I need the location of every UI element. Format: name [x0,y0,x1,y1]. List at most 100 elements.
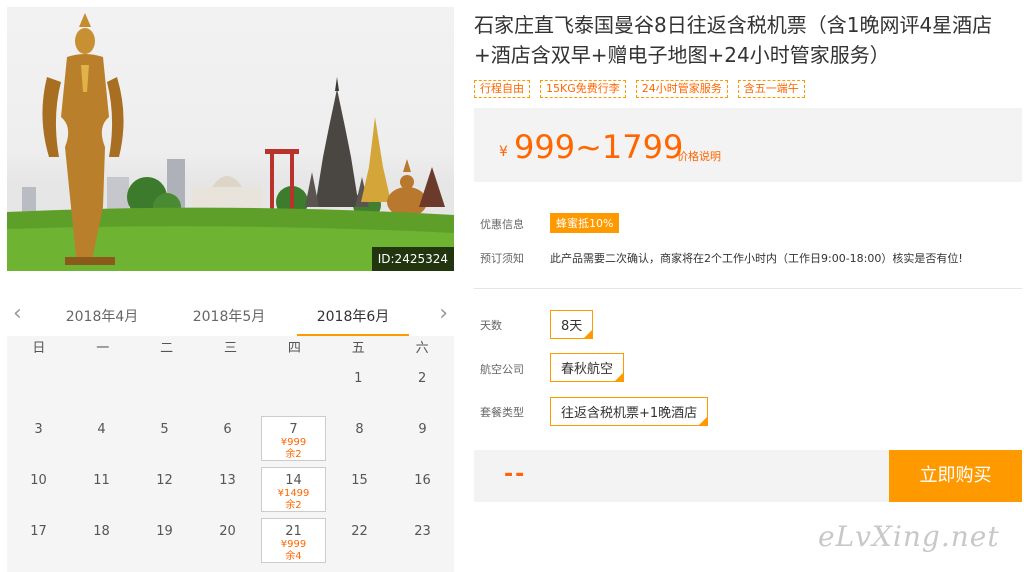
calendar-day: 23 [391,515,454,566]
calendar-day: 2 [390,362,454,413]
bangkok-scene-illustration [7,13,454,271]
calendar-day: 20 [196,515,259,566]
day-number: 10 [30,473,47,488]
weekday-label: 三 [224,341,238,356]
calendar-day: 4 [70,413,133,464]
calendar-day: 13 [196,464,259,515]
day-price: ¥999 [280,539,307,550]
weekday-label: 日 [32,341,46,356]
days-option-button[interactable]: 8天 [550,310,594,339]
calendar-day: 19 [133,515,196,566]
day-number: 7 [289,422,298,437]
day-number: 4 [97,422,106,437]
weekday-label: 四 [287,341,301,356]
weekday-label: 五 [351,341,365,356]
feature-tag: 15KG免费行李 [540,80,626,98]
next-month-chevron-icon[interactable]: › [439,303,448,325]
calendar-day: 6 [196,413,259,464]
feature-tag: 24小时管家服务 [635,80,728,98]
day-number: 22 [351,524,368,539]
day-number: 20 [219,524,236,539]
calendar-day: 8 [328,413,391,464]
seats-remaining: 余4 [285,551,302,562]
buy-bar: -- 立即购买 [474,450,1022,502]
calendar-day [71,362,135,413]
day-price: ¥1499 [277,488,310,499]
day-number: 9 [418,422,427,437]
airline-label: 航空公司 [480,363,524,376]
day-number: 23 [414,524,431,539]
price-box: ¥ 999~1799 价格说明 [474,108,1022,182]
calendar-day: 18 [70,515,133,566]
buy-now-button[interactable]: 立即购买 [889,450,1022,502]
weekday-label: 二 [160,341,174,356]
tab-month-april[interactable]: 2018年4月 [52,306,152,326]
seats-remaining: 余2 [285,449,302,460]
tab-month-june[interactable]: 2018年6月 [303,306,403,326]
calendar-day [262,362,326,413]
tab-month-may[interactable]: 2018年5月 [179,306,279,326]
calendar-month-tabs: ‹ 2018年4月 2018年5月 2018年6月 › [7,300,454,336]
watermark-logo: eLvXing.net [818,520,1000,553]
calendar-week-row: 17 18 19 20 21 ¥999 余4 22 23 [7,515,454,566]
day-number: 8 [355,422,364,437]
day-number: 5 [160,422,169,437]
day-number: 15 [351,473,368,488]
calendar-day-available[interactable]: 21 ¥999 余4 [261,518,326,563]
calendar-grid: 1 2 3 4 5 6 7 ¥999 余2 8 9 10 11 12 13 14 ¥1499 余2 15 16 17 18… [7,362,454,572]
calendar-day-available[interactable]: 7 ¥999 余2 [261,416,326,461]
calendar-day-available[interactable]: 14 ¥1499 余2 [261,467,326,512]
day-number: 6 [223,422,232,437]
weekday-label: 一 [96,341,110,356]
day-number: 17 [30,524,47,539]
day-number: 18 [93,524,110,539]
calendar-day: 11 [70,464,133,515]
calendar-day: 10 [7,464,70,515]
weekday-label: 六 [415,341,429,356]
price-range: 999~1799 [514,128,684,166]
total-price: -- [504,462,527,487]
seats-remaining: 余2 [285,500,302,511]
calendar-day: 22 [328,515,391,566]
image-id-tag: ID:2425324 [371,247,454,271]
calendar-day: 1 [326,362,390,413]
calendar-day: 16 [391,464,454,515]
booking-notice: 此产品需要二次确认，商家将在2个工作小时内（工作日9:00-18:00）核实是否… [550,252,963,265]
package-label: 套餐类型 [480,406,524,419]
currency-symbol: ¥ [499,144,508,160]
product-title: 石家庄直飞泰国曼谷8日往返含税机票（含1晚网评4星酒店+酒店含双早+赠电子地图+… [474,13,993,67]
calendar-day [199,362,263,413]
prev-month-chevron-icon[interactable]: ‹ [13,303,22,325]
calendar-day: 12 [133,464,196,515]
airline-option-button[interactable]: 春秋航空 [550,353,625,382]
package-option-button[interactable]: 往返含税机票+1晚酒店 [550,397,709,426]
feature-tag: 行程自由 [474,80,530,98]
calendar-day [135,362,199,413]
day-number: 3 [34,422,43,437]
feature-tags: 行程自由 15KG免费行李 24小时管家服务 含五一端午 [474,80,805,98]
calendar-day: 3 [7,413,70,464]
day-number: 12 [156,473,173,488]
day-number: 11 [93,473,110,488]
day-number: 21 [285,524,302,539]
price-explanation-link[interactable]: 价格说明 [677,148,721,164]
day-number: 1 [354,371,363,386]
notice-label: 预订须知 [480,252,524,265]
day-price: ¥999 [280,437,307,448]
days-label: 天数 [480,319,502,332]
calendar-day: 17 [7,515,70,566]
divider [474,288,1022,289]
promo-badge: 蜂蜜抵10% [550,213,620,233]
calendar-weekday-header: 日 一 二 三 四 五 六 [7,336,454,362]
calendar-day: 5 [133,413,196,464]
calendar-day: 9 [391,413,454,464]
calendar-week-row: 3 4 5 6 7 ¥999 余2 8 9 [7,413,454,464]
product-image: ID:2425324 [7,7,454,271]
calendar-week-row: 10 11 12 13 14 ¥1499 余2 15 16 [7,464,454,515]
calendar-day [7,362,71,413]
day-number: 2 [417,371,427,386]
feature-tag: 含五一端午 [737,80,805,98]
day-number: 19 [156,524,173,539]
promo-label: 优惠信息 [480,218,524,231]
day-number: 13 [219,473,236,488]
